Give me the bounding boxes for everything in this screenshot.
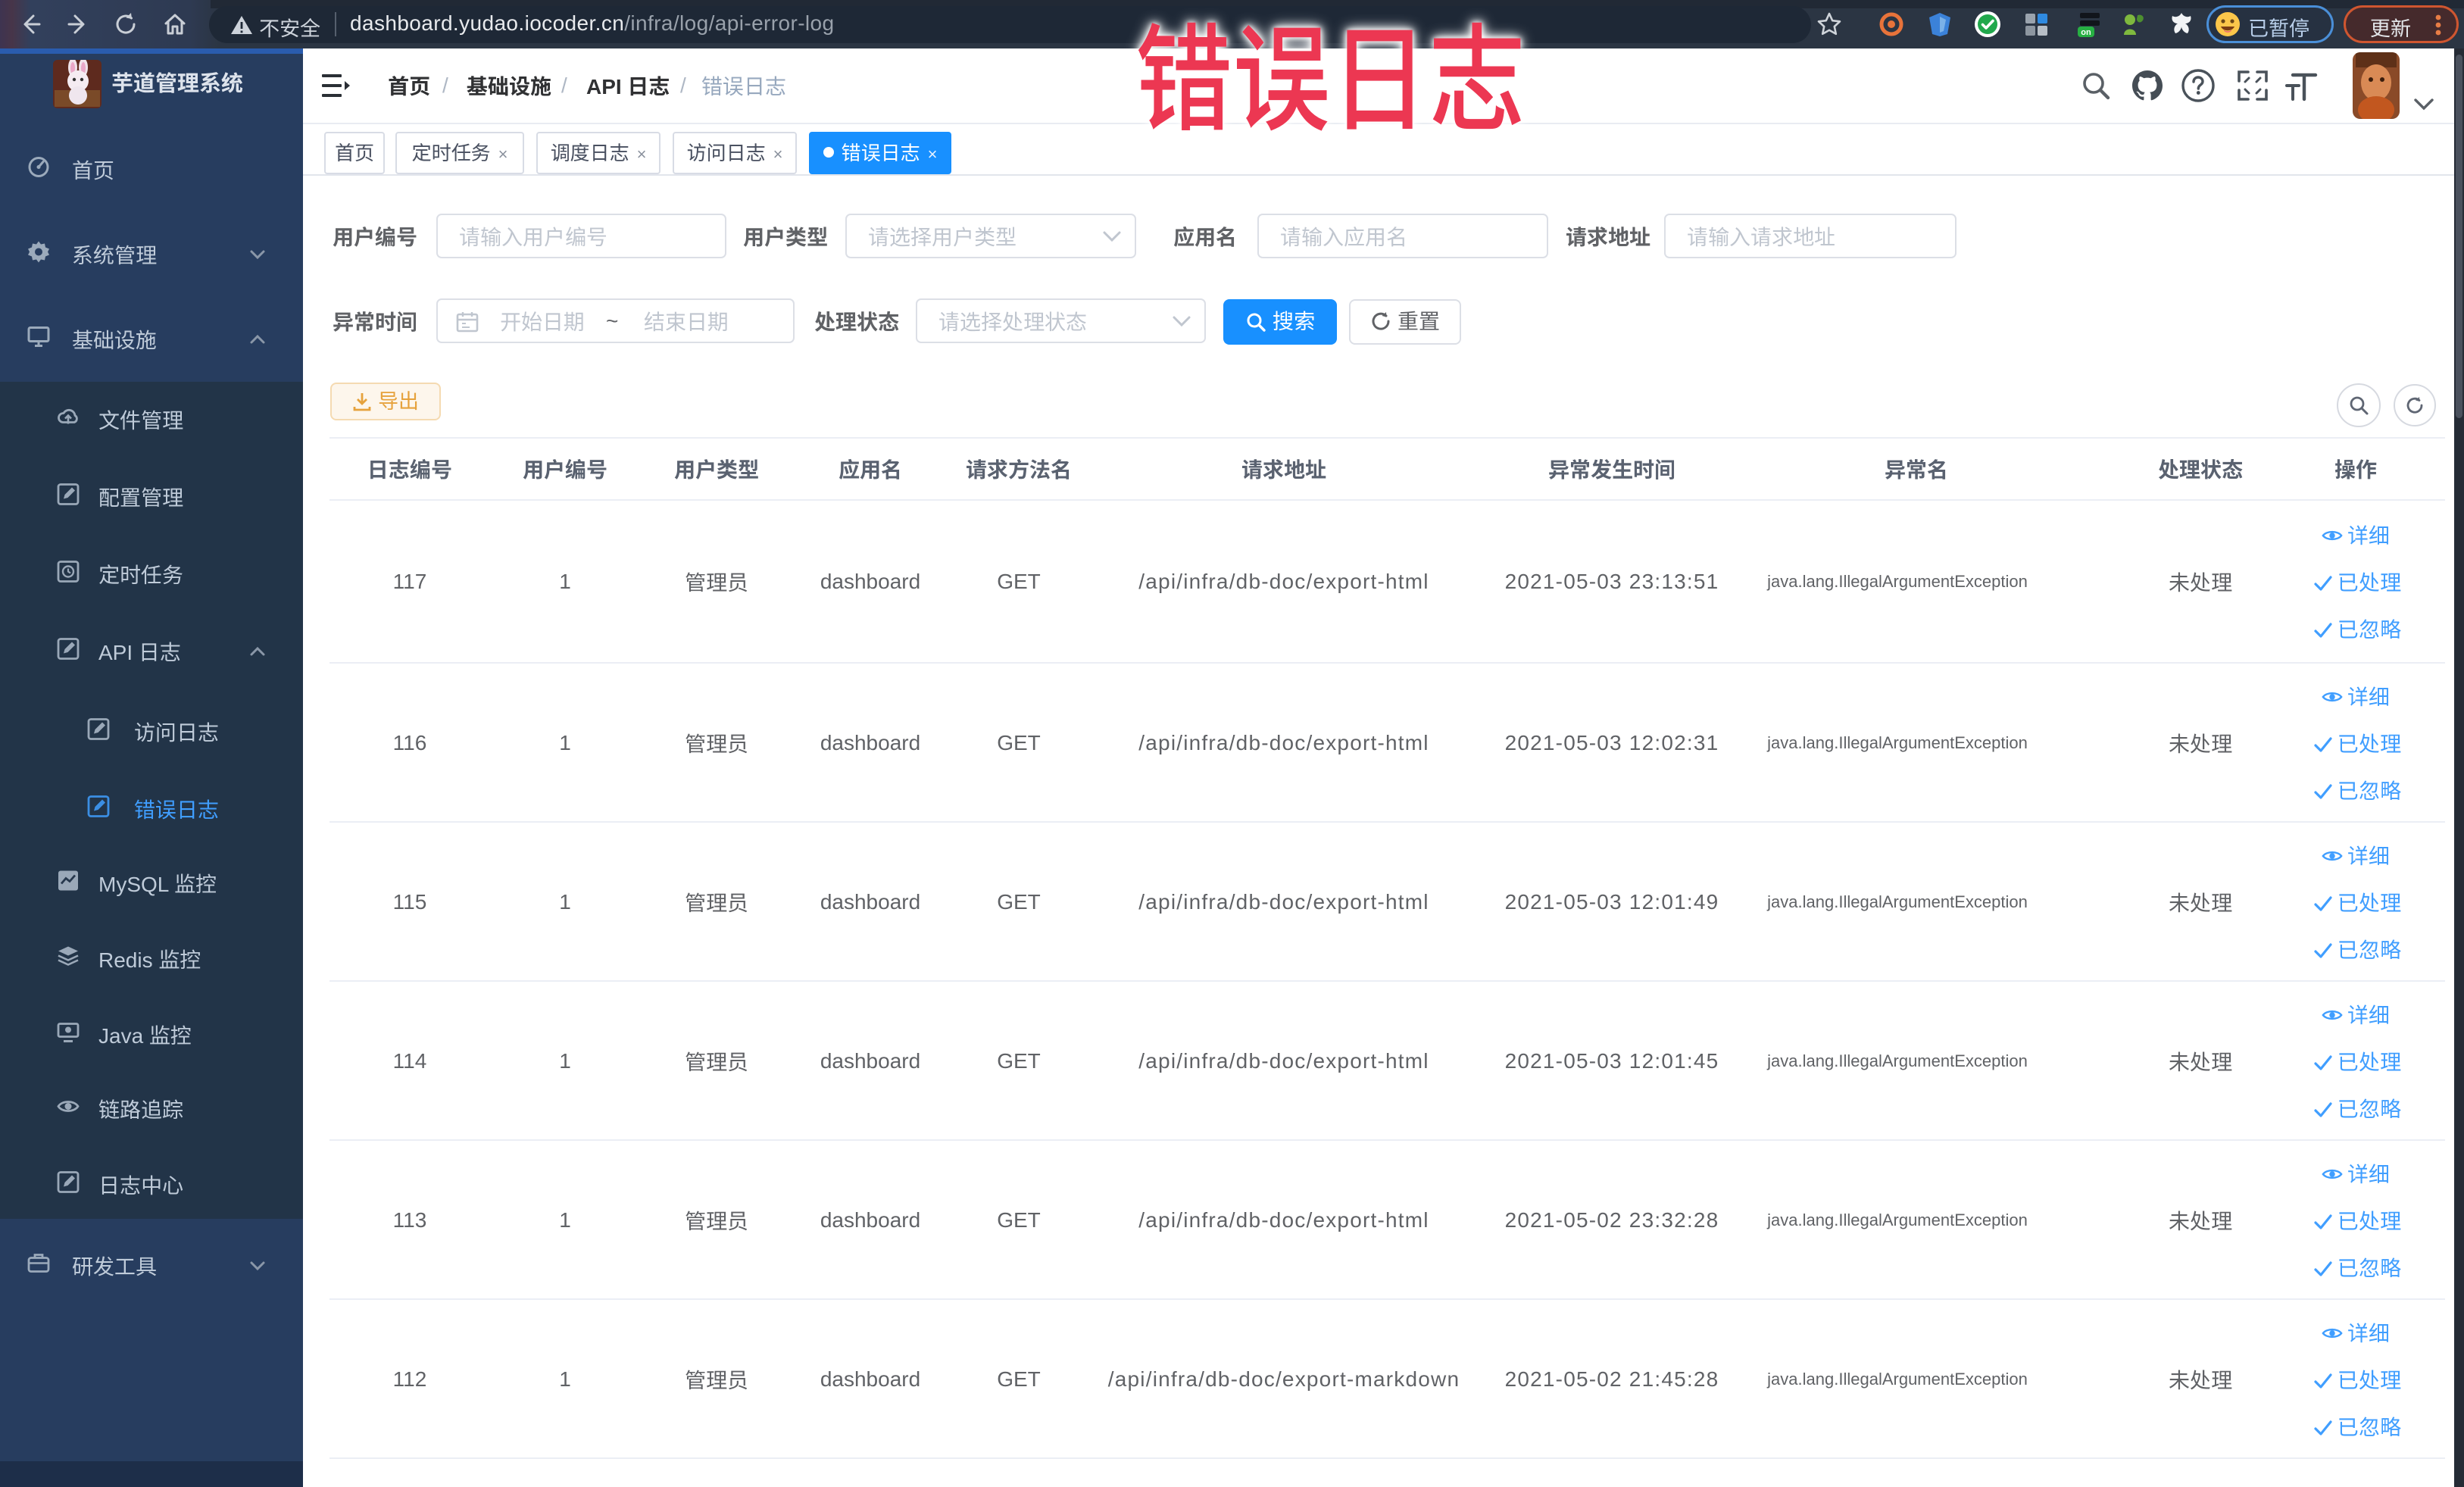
svg-text:on: on [2081,28,2091,37]
